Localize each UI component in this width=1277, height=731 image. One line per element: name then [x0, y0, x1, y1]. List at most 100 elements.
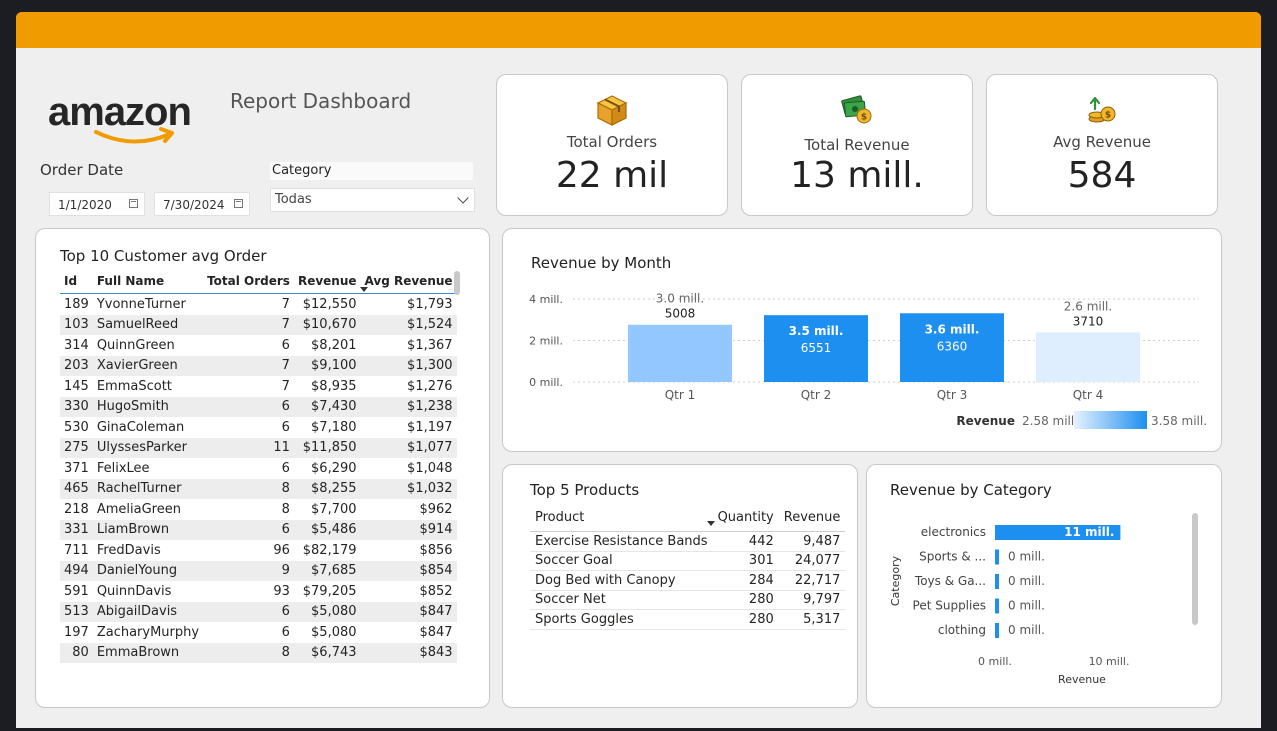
table-row[interactable]: Soccer Net 280 9,797 — [530, 590, 846, 610]
table-cell: $9,100 — [293, 355, 361, 376]
customers-table: Id Full Name Total Orders Revenue Avg Re… — [60, 269, 457, 663]
column-header-revenue[interactable]: Revenue — [293, 269, 361, 294]
table-cell: $6,290 — [311, 460, 357, 476]
table-cell: $7,180 — [311, 419, 357, 435]
table-cell: RachelTurner — [92, 478, 204, 499]
table-cell: $1,367 — [407, 337, 453, 353]
table-cell: FredDavis — [96, 542, 161, 558]
table-row[interactable]: 371 FelixLee 6 $6,290 $1,048 — [60, 458, 457, 479]
table-row[interactable]: 513 AbigailDavis 6 $5,080 $847 — [60, 601, 457, 622]
table-cell: 465 — [60, 478, 93, 499]
table-row[interactable]: 189 YvonneTurner 7 $12,550 $1,793 — [60, 294, 457, 315]
table-cell: $8,935 — [311, 378, 357, 394]
table-row[interactable]: 465 RachelTurner 8 $8,255 $1,032 — [60, 478, 457, 499]
table-cell: $854 — [360, 560, 457, 581]
sort-descending-icon — [707, 521, 715, 526]
table-row[interactable]: 711 FredDavis 96 $82,179 $856 — [60, 540, 457, 561]
table-row[interactable]: 314 QuinnGreen 6 $8,201 $1,367 — [60, 335, 457, 356]
x-axis-title: Revenue — [1058, 673, 1106, 686]
column-header-revenue[interactable]: Revenue — [778, 503, 846, 532]
end-date-value: 7/30/2024 — [163, 198, 225, 212]
table-row[interactable]: Exercise Resistance Bands 442 9,487 — [530, 531, 846, 552]
table-cell: $1,032 — [360, 478, 457, 499]
table-row[interactable]: Sports Goggles 280 5,317 — [530, 609, 846, 630]
category-dropdown[interactable]: Todas — [270, 188, 475, 212]
calendar-icon[interactable] — [234, 199, 243, 208]
kpi-card-total-orders: Total Orders 22 mil — [496, 74, 728, 216]
table-cell: 7 — [203, 314, 294, 335]
table-row[interactable]: 203 XavierGreen 7 $9,100 $1,300 — [60, 355, 457, 376]
table-cell: 513 — [60, 601, 93, 622]
panel-title: Top 10 Customer avg Order — [60, 247, 267, 265]
table-row[interactable]: 275 UlyssesParker 11 $11,850 $1,077 — [60, 437, 457, 458]
report-canvas: amazon Report Dashboard Order Date 1/1/2… — [16, 12, 1261, 728]
amazon-logo: amazon — [48, 92, 198, 154]
table-cell: 8 — [203, 642, 294, 663]
table-cell: UlyssesParker — [92, 437, 204, 458]
table-cell: $962 — [419, 501, 453, 517]
table-row[interactable]: 197 ZacharyMurphy 6 $5,080 $847 — [60, 622, 457, 643]
table-row[interactable]: 218 AmeliaGreen 8 $7,700 $962 — [60, 499, 457, 520]
data-label: 0 mill. — [1008, 599, 1045, 613]
kpi-card-total-revenue: $ Total Revenue 13 mill. — [741, 74, 973, 216]
table-cell: 103 — [60, 314, 93, 335]
chart-scrollbar[interactable] — [1192, 513, 1198, 625]
table-cell: $1,524 — [360, 314, 457, 335]
kpi-label: Total Orders — [566, 133, 658, 151]
category-label: Pet Supplies — [913, 599, 986, 613]
table-row[interactable]: 80 EmmaBrown 8 $6,743 $843 — [60, 642, 457, 663]
y-tick-label: 4 mill. — [529, 293, 563, 306]
table-row[interactable]: 330 HugoSmith 6 $7,430 $1,238 — [60, 396, 457, 417]
column-header-full-name[interactable]: Full Name — [92, 269, 204, 294]
table-cell: 9,797 — [778, 590, 846, 610]
table-cell: $8,201 — [311, 337, 357, 353]
column-header-avg-revenue[interactable]: Avg Revenue — [360, 269, 457, 294]
table-row[interactable]: 591 QuinnDavis 93 $79,205 $852 — [60, 581, 457, 602]
table-row[interactable]: Dog Bed with Canopy 284 22,717 — [530, 570, 846, 591]
svg-text:$: $ — [861, 113, 867, 123]
end-date-input[interactable]: 7/30/2024 — [154, 192, 250, 216]
products-table: Product Quantity Revenue Exercise Resist… — [530, 503, 846, 630]
table-header-row: Id Full Name Total Orders Revenue Avg Re… — [60, 269, 457, 294]
revenue-by-month-panel: Revenue by Month 4 mill. 2 mill. 0 mill. 3.… — [502, 228, 1222, 452]
table-cell: 6 — [203, 601, 294, 622]
column-header-product[interactable]: Product — [530, 503, 713, 532]
money-stack-icon: $ — [841, 95, 872, 124]
chevron-down-icon[interactable] — [457, 192, 469, 204]
sort-descending-icon — [360, 287, 368, 292]
table-row[interactable]: 494 DanielYoung 9 $7,685 $854 — [60, 560, 457, 581]
table-cell: $5,486 — [293, 519, 361, 540]
start-date-value: 1/1/2020 — [58, 198, 112, 212]
table-cell: $7,430 — [293, 396, 361, 417]
table-cell: 80 — [60, 642, 93, 663]
data-label: 0 mill. — [1008, 574, 1045, 588]
bar — [628, 324, 732, 382]
table-cell: 7 — [281, 296, 290, 312]
table-row[interactable]: 103 SamuelReed 7 $10,670 $1,524 — [60, 314, 457, 335]
table-cell: 371 — [64, 460, 89, 476]
column-header-quantity[interactable]: Quantity — [712, 503, 779, 532]
calendar-icon[interactable] — [129, 199, 138, 208]
table-cell: 275 — [60, 437, 93, 458]
table-cell: DanielYoung — [92, 560, 204, 581]
table-row[interactable]: 145 EmmaScott 7 $8,935 $1,276 — [60, 376, 457, 397]
table-scrollbar[interactable] — [454, 271, 460, 295]
data-label: 0 mill. — [1008, 550, 1045, 564]
data-label: 11 mill. — [1064, 525, 1114, 539]
kpi-label: Total Revenue — [804, 136, 910, 154]
table-row[interactable]: 331 LiamBrown 6 $5,486 $914 — [60, 519, 457, 540]
top-customers-panel: Top 10 Customer avg Order Id Full Name T… — [35, 228, 490, 708]
column-header-id[interactable]: Id — [60, 269, 93, 294]
table-cell: 280 — [712, 609, 779, 630]
table-cell: $10,670 — [293, 314, 361, 335]
legend-min-label: 2.58 mill. — [1022, 414, 1078, 428]
table-cell: $8,255 — [293, 478, 361, 499]
data-label-count: 5008 — [665, 307, 696, 321]
revenue-by-category-chart: electronics 11 mill. Sports & ... 0 mill. To… — [889, 525, 1129, 686]
table-row[interactable]: Soccer Goal 301 24,077 — [530, 551, 846, 571]
category-label: clothing — [938, 623, 986, 637]
start-date-input[interactable]: 1/1/2020 — [49, 192, 145, 216]
table-cell: 591 — [64, 583, 89, 599]
column-header-total-orders[interactable]: Total Orders — [203, 269, 294, 294]
table-row[interactable]: 530 GinaColeman 6 $7,180 $1,197 — [60, 417, 457, 438]
